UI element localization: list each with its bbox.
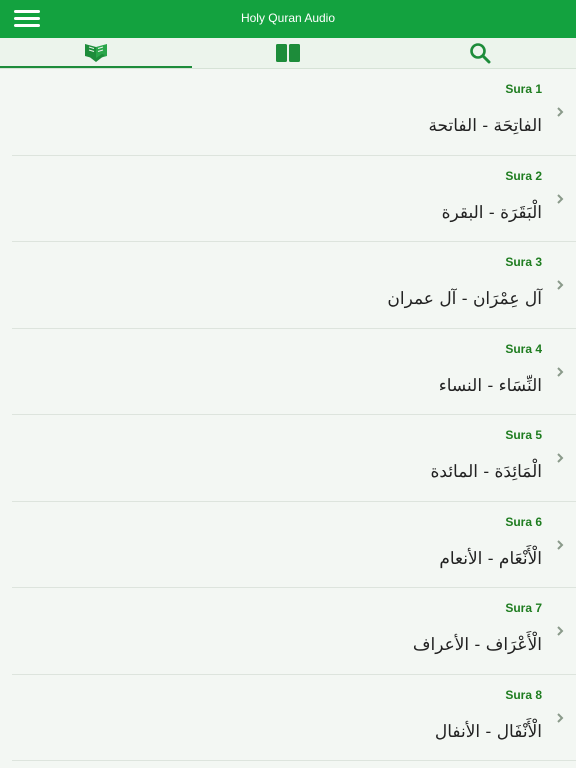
book-icon [276,44,300,62]
list-item[interactable]: Sura 4 النِّسَاء - النساء [0,329,576,415]
navigation-bar: Holy Quran Audio [0,0,576,38]
chevron-right-icon [557,280,564,290]
list-item[interactable]: Sura 2 الْبَقَرَة - البقرة [0,156,576,242]
sura-name: الْأَنْفَال - الأنفال [434,721,542,742]
sura-number: Sura 7 [505,601,542,615]
sura-name: الْبَقَرَة - البقرة [441,202,542,223]
sura-number: Sura 6 [505,514,542,529]
list-item[interactable]: Sura 5 الْمَائِدَة - المائدة [0,415,576,502]
chevron-right-icon [557,539,564,550]
chevron-right-icon [557,712,564,723]
tab-quran[interactable] [0,38,192,68]
list-item[interactable]: Sura 7 الْأَعْرَاف - الأعراف [0,588,576,675]
sura-number: Sura 3 [505,255,542,269]
chevron-right-icon [557,453,564,463]
sura-number: Sura 5 [505,428,542,442]
sura-list: Sura 1 الفاتِحَة - الفاتحة Sura 2 الْبَق… [0,69,576,761]
sura-number: Sura 2 [505,168,542,183]
sura-name: الْمَائِدَة - المائدة [430,462,543,482]
chevron-right-icon [557,366,564,377]
sura-name: الْأَعْرَاف - الأعراف [412,635,542,655]
tab-book[interactable] [192,38,384,68]
list-item[interactable]: Sura 6 الْأَنْعَام - الأنعام [0,502,576,588]
sura-name: النِّسَاء - النساء [438,375,542,396]
tab-search[interactable] [384,38,576,68]
sura-number: Sura 1 [505,82,542,96]
sura-name: الْأَنْعَام - الأنعام [439,548,542,569]
sura-name: الفاتِحَة - الفاتحة [428,116,542,136]
app-title: Holy Quran Audio [240,11,336,25]
chevron-right-icon [557,107,564,117]
divider [12,760,576,761]
sura-name: آل عِمْرَان - آل عمران [387,289,542,309]
chevron-right-icon [557,193,564,204]
chevron-right-icon [557,626,564,636]
list-item[interactable]: Sura 1 الفاتِحَة - الفاتحة [0,69,576,156]
list-item[interactable]: Sura 8 الْأَنْفَال - الأنفال [0,675,576,761]
open-quran-icon [85,44,107,62]
search-icon [470,43,491,64]
sura-number: Sura 4 [505,341,542,356]
sura-number: Sura 8 [505,687,542,702]
list-item[interactable]: Sura 3 آل عِمْرَان - آل عمران [0,242,576,329]
tab-bar [0,38,576,68]
